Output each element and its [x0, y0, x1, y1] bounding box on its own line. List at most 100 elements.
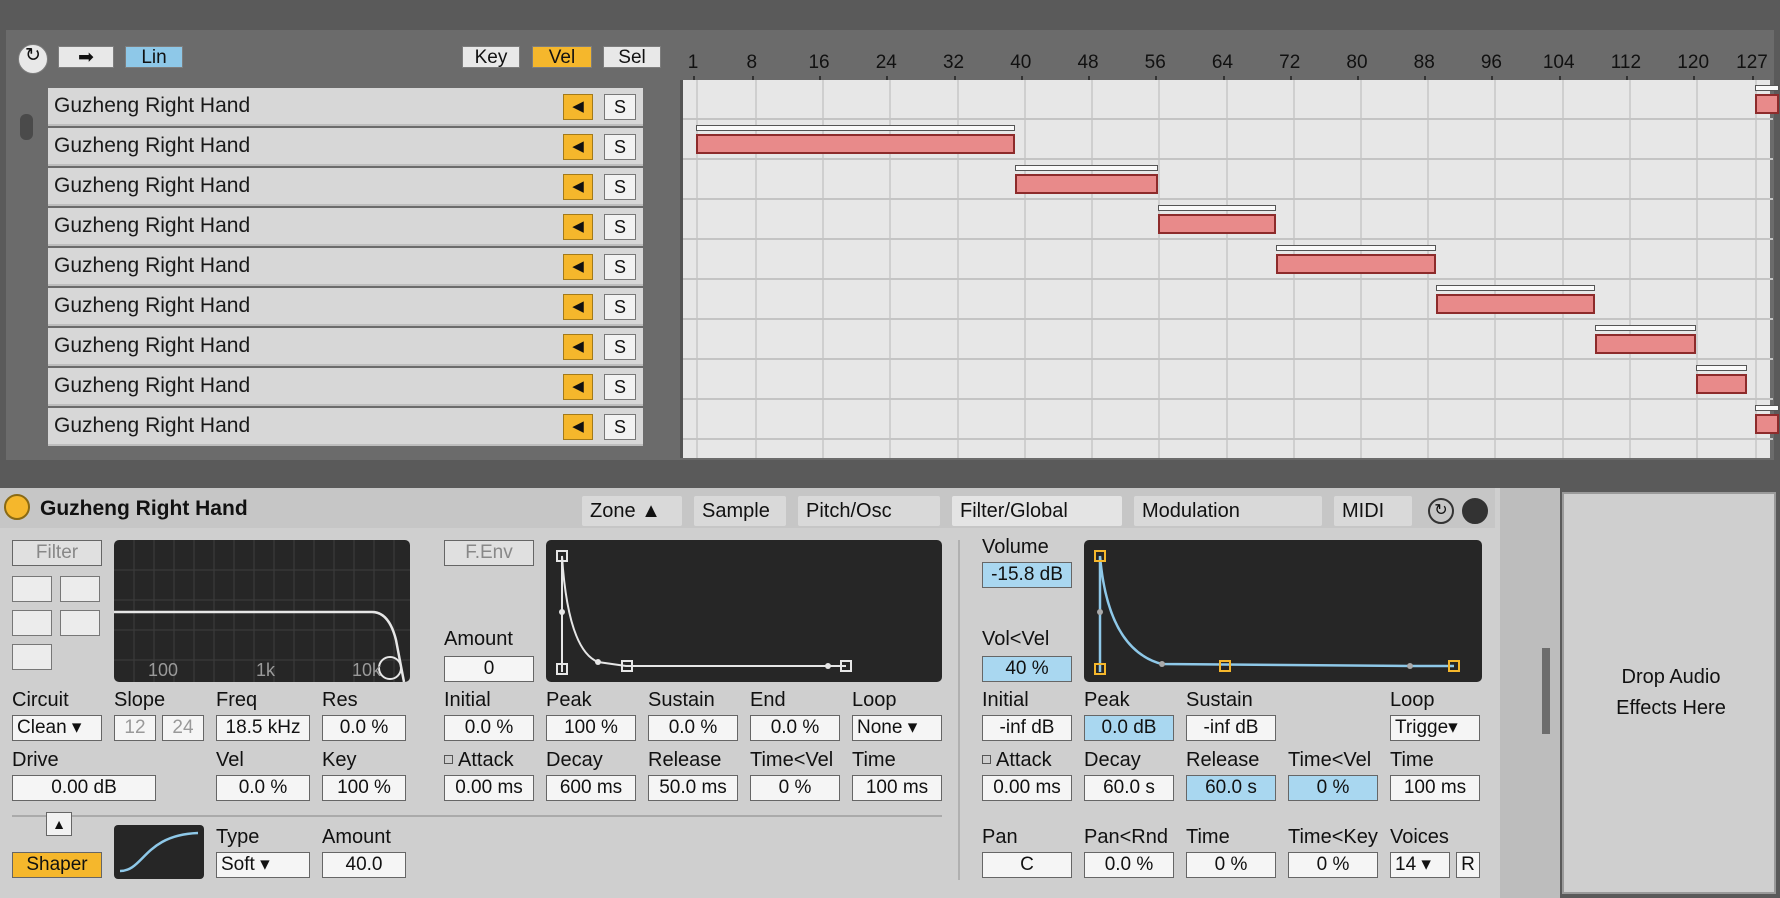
- speaker-icon[interactable]: ◀: [563, 254, 593, 280]
- amp-time-field[interactable]: 100 ms: [1390, 775, 1480, 801]
- zone-fade-handle[interactable]: [1755, 405, 1779, 411]
- zone-range-fill[interactable]: [696, 134, 1016, 154]
- volume-field[interactable]: -15.8 dB: [982, 562, 1072, 588]
- zone-row[interactable]: Guzheng Right Hand ◀ S: [48, 248, 643, 286]
- amp-initial-field[interactable]: -inf dB: [982, 715, 1072, 741]
- velocity-zone-bar[interactable]: [1755, 405, 1779, 435]
- pan-field[interactable]: C: [982, 852, 1072, 878]
- amp-release-field[interactable]: 60.0 s: [1186, 775, 1276, 801]
- tab-midi[interactable]: MIDI: [1334, 496, 1412, 526]
- zone-row[interactable]: Guzheng Right Hand ◀ S: [48, 328, 643, 366]
- speaker-icon[interactable]: ◀: [563, 94, 593, 120]
- shaper-expand-icon[interactable]: ▲: [46, 812, 72, 836]
- zone-fade-handle[interactable]: [696, 125, 1016, 131]
- fenv-timevel-field[interactable]: 0 %: [750, 775, 840, 801]
- solo-button[interactable]: S: [604, 414, 636, 440]
- tab-sample[interactable]: Sample: [694, 496, 786, 526]
- zone-fade-handle[interactable]: [1755, 85, 1779, 91]
- zone-range-fill[interactable]: [1015, 174, 1159, 194]
- velocity-zone-bar[interactable]: [1275, 245, 1436, 275]
- zone-range-fill[interactable]: [1696, 374, 1747, 394]
- zone-range-fill[interactable]: [1595, 334, 1697, 354]
- fenv-decay-field[interactable]: 600 ms: [546, 775, 636, 801]
- amp-peak-field[interactable]: 0.0 dB: [1084, 715, 1174, 741]
- filter-vel-field[interactable]: 0.0 %: [216, 775, 310, 801]
- fenv-toggle[interactable]: F.Env: [444, 540, 534, 566]
- tab-filter-global[interactable]: Filter/Global: [952, 496, 1122, 526]
- filter-key-field[interactable]: 100 %: [322, 775, 406, 801]
- highpass-icon[interactable]: [60, 576, 100, 602]
- notch-icon[interactable]: [60, 610, 100, 636]
- solo-button[interactable]: S: [604, 174, 636, 200]
- pan-rnd-field[interactable]: 0.0 %: [1084, 852, 1174, 878]
- slope-24-button[interactable]: 24: [162, 715, 204, 741]
- volvel-field[interactable]: 40 %: [982, 656, 1072, 682]
- shaper-amount-field[interactable]: 40.0: [322, 852, 406, 878]
- fenv-initial-field[interactable]: 0.0 %: [444, 715, 534, 741]
- zone-range-fill[interactable]: [1275, 254, 1436, 274]
- zone-fade-handle[interactable]: [1595, 325, 1697, 331]
- voices-select[interactable]: 14 ▾: [1390, 852, 1450, 878]
- filter-toggle[interactable]: Filter: [12, 540, 102, 566]
- zone-fade-handle[interactable]: [1275, 245, 1436, 251]
- solo-button[interactable]: S: [604, 334, 636, 360]
- speaker-icon[interactable]: ◀: [563, 134, 593, 160]
- tab-pitch-osc[interactable]: Pitch/Osc: [798, 496, 940, 526]
- fenv-amount-field[interactable]: 0: [444, 656, 534, 682]
- zone-fade-handle[interactable]: [1435, 285, 1596, 291]
- drive-field[interactable]: 0.00 dB: [12, 775, 156, 801]
- hot-swap-icon[interactable]: ↻: [1428, 498, 1454, 524]
- fenv-end-field[interactable]: 0.0 %: [750, 715, 840, 741]
- zone-row[interactable]: Guzheng Right Hand ◀ S: [48, 88, 643, 126]
- amp-attack-mode-icon[interactable]: [982, 755, 991, 764]
- zone-list-scroll-handle[interactable]: [20, 114, 33, 140]
- velocity-zone-bar[interactable]: [1696, 365, 1747, 395]
- speaker-icon[interactable]: ◀: [563, 334, 593, 360]
- tab-zone[interactable]: Zone ▲: [582, 496, 682, 526]
- device-chain-splitter[interactable]: [1500, 488, 1560, 898]
- device-power-icon[interactable]: [4, 494, 30, 520]
- solo-button[interactable]: S: [604, 294, 636, 320]
- fenv-sustain-field[interactable]: 0.0 %: [648, 715, 738, 741]
- speaker-icon[interactable]: ◀: [563, 294, 593, 320]
- fenv-attack-mode-icon[interactable]: [444, 755, 453, 764]
- zone-row[interactable]: Guzheng Right Hand ◀ S: [48, 288, 643, 326]
- slope-12-button[interactable]: 12: [114, 715, 156, 741]
- tab-modulation[interactable]: Modulation: [1134, 496, 1322, 526]
- solo-button[interactable]: S: [604, 134, 636, 160]
- speaker-icon[interactable]: ◀: [563, 374, 593, 400]
- zone-range-fill[interactable]: [1755, 94, 1779, 114]
- zone-row[interactable]: Guzheng Right Hand ◀ S: [48, 168, 643, 206]
- lowpass-icon[interactable]: [12, 576, 52, 602]
- zone-range-fill[interactable]: [1158, 214, 1276, 234]
- res-field[interactable]: 0.0 %: [322, 715, 406, 741]
- zone-row[interactable]: Guzheng Right Hand ◀ S: [48, 128, 643, 166]
- zone-row[interactable]: Guzheng Right Hand ◀ S: [48, 208, 643, 246]
- splitter-grip[interactable]: [1542, 648, 1550, 734]
- zone-fade-handle[interactable]: [1158, 205, 1276, 211]
- shaper-type-select[interactable]: Soft ▾: [216, 852, 310, 878]
- zone-range-fill[interactable]: [1435, 294, 1596, 314]
- fenv-peak-field[interactable]: 100 %: [546, 715, 636, 741]
- speaker-icon[interactable]: ◀: [563, 174, 593, 200]
- fenv-time-field[interactable]: 100 ms: [852, 775, 942, 801]
- velocity-zone-bar[interactable]: [1015, 165, 1159, 195]
- effects-drop-area[interactable]: Drop Audio Effects Here: [1562, 492, 1776, 894]
- retrigger-button[interactable]: R: [1456, 852, 1480, 878]
- zone-fade-handle[interactable]: [1015, 165, 1159, 171]
- morph-filter-icon[interactable]: [12, 644, 52, 670]
- pan-time-field[interactable]: 0 %: [1186, 852, 1276, 878]
- velocity-zone-bar[interactable]: [1755, 85, 1779, 115]
- speaker-icon[interactable]: ◀: [563, 214, 593, 240]
- shaper-toggle[interactable]: Shaper: [12, 852, 102, 878]
- save-preset-icon[interactable]: [1462, 498, 1488, 524]
- fenv-release-field[interactable]: 50.0 ms: [648, 775, 738, 801]
- amp-decay-field[interactable]: 60.0 s: [1084, 775, 1174, 801]
- fenv-loop-select[interactable]: None ▾: [852, 715, 942, 741]
- zone-fade-handle[interactable]: [1696, 365, 1747, 371]
- freq-field[interactable]: 18.5 kHz: [216, 715, 310, 741]
- velocity-zone-bar[interactable]: [1158, 205, 1276, 235]
- timekey-field[interactable]: 0 %: [1288, 852, 1378, 878]
- velocity-zone-bar[interactable]: [1595, 325, 1697, 355]
- velocity-zone-bar[interactable]: [696, 125, 1016, 155]
